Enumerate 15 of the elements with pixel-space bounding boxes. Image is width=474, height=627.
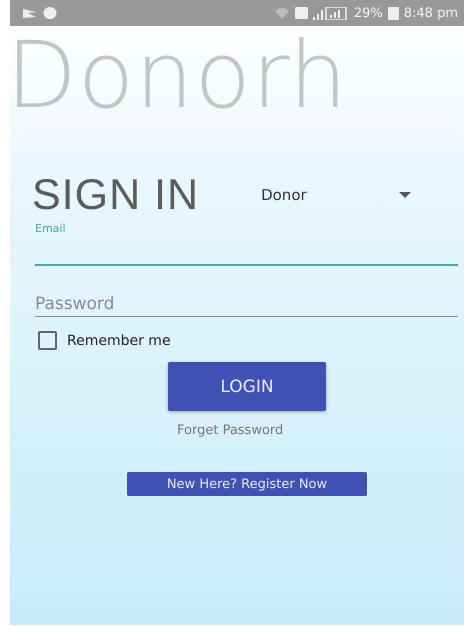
register-button[interactable]: New Here? Register Now [127,472,367,496]
caret-icon [399,192,412,198]
role-dropdown[interactable]: Donor [261,182,416,208]
notification-icon [22,7,38,19]
sign-in-heading: SIGN IN [32,170,200,220]
wifi-icon [274,7,290,19]
app-title: Donorh [10,26,350,126]
battery-percentage: 29% [354,6,383,20]
remember-checkbox[interactable] [38,331,57,350]
signal-icon [312,6,349,20]
login-button[interactable]: LOGIN [168,362,326,411]
password-field[interactable]: Password [35,294,458,317]
forgot-password-link[interactable]: Forget Password [177,423,284,438]
clock: 8:48 pm [404,6,458,20]
remember-label: Remember me [67,332,171,348]
